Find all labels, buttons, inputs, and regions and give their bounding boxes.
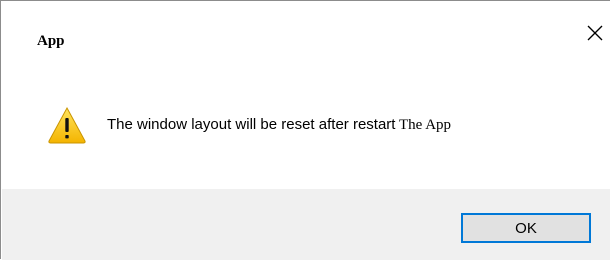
warning-icon: [47, 105, 87, 145]
message-area: The window layout will be reset after re…: [47, 105, 451, 145]
message-main-text: The window layout will be reset after re…: [107, 116, 396, 133]
button-bar: OK: [2, 189, 610, 260]
message-text: The window layout will be reset after re…: [107, 116, 451, 134]
dialog-title: App: [37, 33, 65, 49]
close-icon[interactable]: [587, 25, 603, 41]
ok-button[interactable]: OK: [461, 213, 591, 243]
message-app-name: The App: [395, 117, 452, 133]
message-dialog: App The window layout will be reset afte…: [0, 0, 610, 260]
